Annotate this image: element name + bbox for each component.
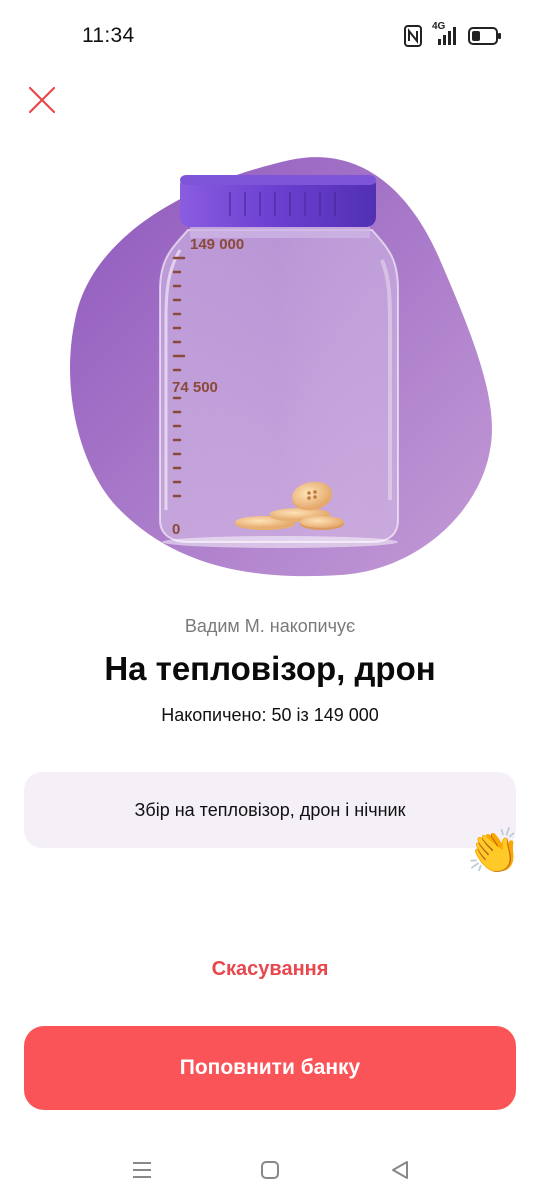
scale-label-top: 149 000 (190, 236, 244, 253)
back-icon[interactable] (384, 1154, 416, 1186)
jar-owner-line: Вадим М. накопичує (184, 616, 356, 636)
status-time: 11:34 (82, 24, 135, 47)
battery-icon (468, 26, 502, 46)
network-type-label: 4G (432, 21, 446, 32)
scale-label-bottom: 0 (172, 521, 180, 538)
menu-icon[interactable] (126, 1154, 158, 1186)
jar-description-card: Збір на тепловізор, дрон і нічник (24, 772, 516, 848)
jar-title: На тепловізор, дрон (104, 650, 436, 687)
system-nav-bar (0, 1140, 540, 1200)
status-icons: 4G (404, 21, 502, 48)
close-icon[interactable] (26, 84, 58, 116)
home-icon[interactable] (254, 1154, 286, 1186)
jar-progress-text: Накопичено: 50 із 149 000 (161, 705, 379, 725)
topup-jar-button[interactable]: Поповнити банку (24, 1026, 516, 1110)
jar-illustration: 149 000 74 500 0 (60, 150, 500, 580)
status-bar: 11:34 4G (0, 0, 540, 72)
jar-description: Збір на тепловізор, дрон і нічник (134, 799, 406, 820)
scale-label-mid: 74 500 (172, 379, 218, 396)
clapping-hands-icon: 👏 (466, 827, 522, 876)
signal-icon: 4G (432, 21, 458, 47)
cancel-button[interactable]: Скасування (0, 958, 540, 981)
nfc-icon (404, 25, 422, 47)
